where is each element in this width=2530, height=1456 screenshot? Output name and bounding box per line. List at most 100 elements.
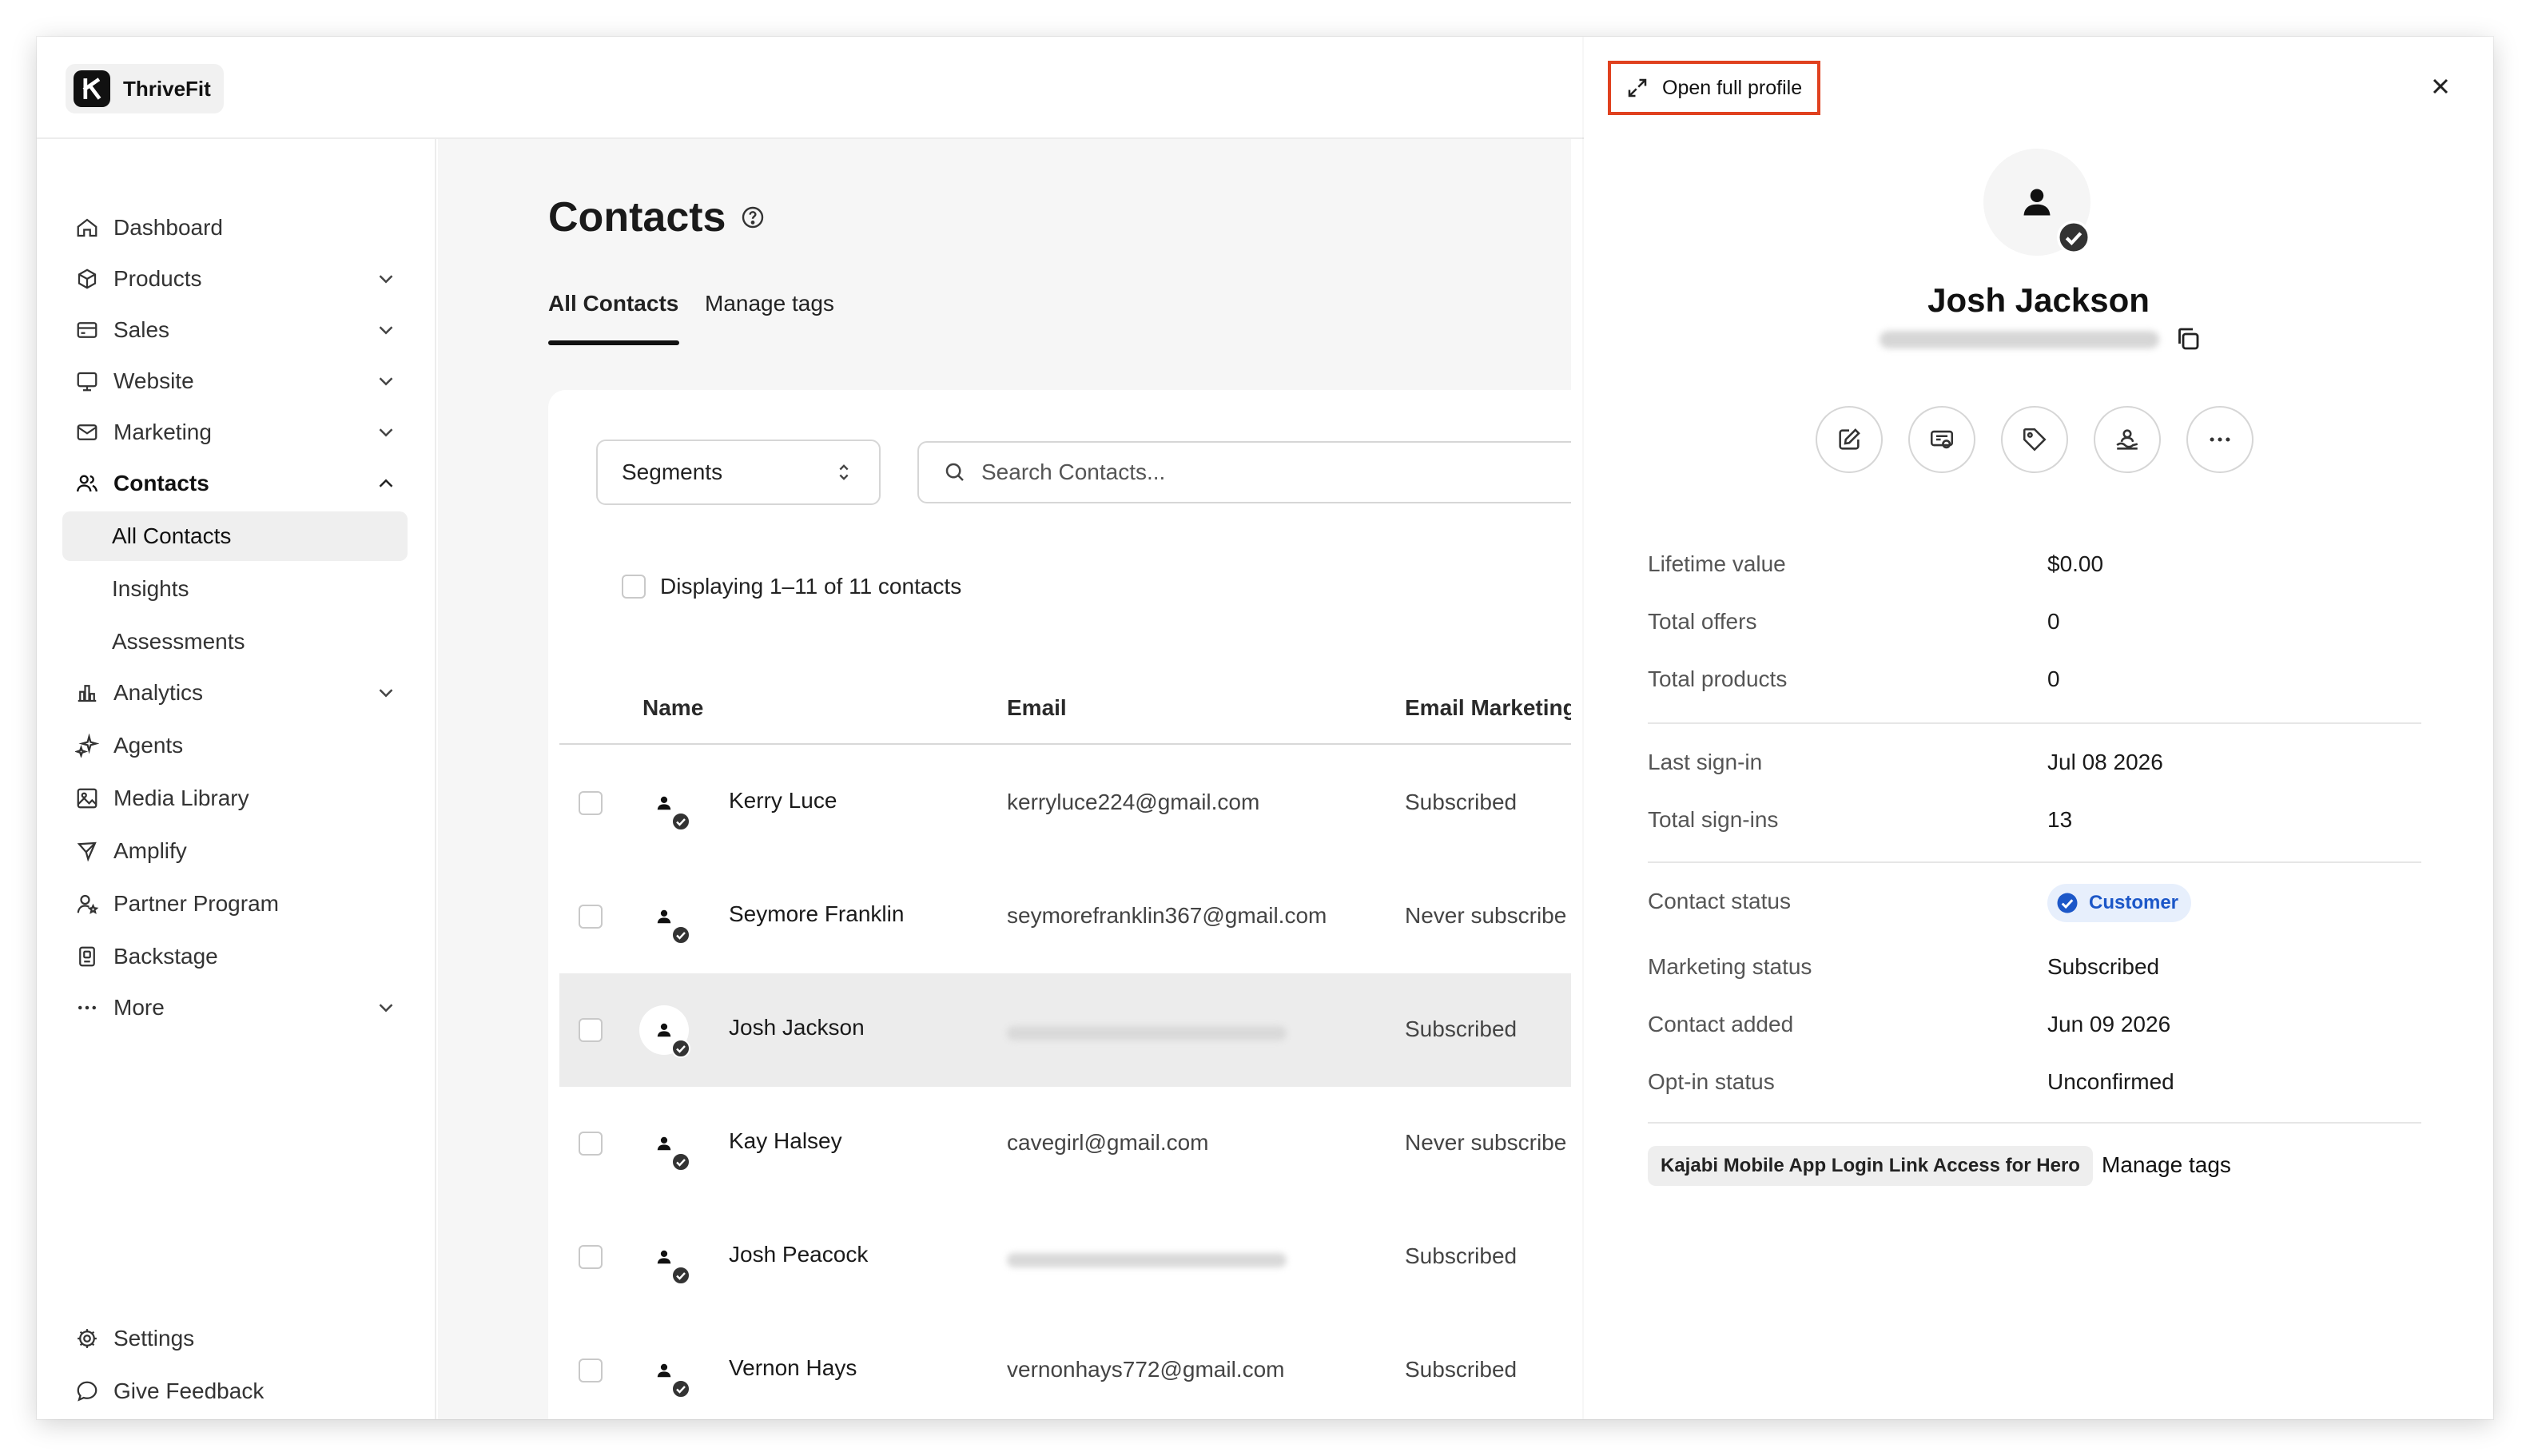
field-value: Subscribed bbox=[2047, 954, 2160, 979]
status-badge: Customer bbox=[2047, 884, 2192, 922]
add-tag-button[interactable] bbox=[2001, 406, 2068, 473]
sidebar-item-label: More bbox=[113, 995, 165, 1020]
sidebar-item-insights[interactable]: Insights bbox=[62, 564, 408, 614]
sidebar-item-label: Marketing bbox=[113, 420, 212, 444]
community-button[interactable] bbox=[2094, 406, 2161, 473]
section-divider bbox=[1648, 1122, 2421, 1124]
grant-offer-button[interactable] bbox=[1908, 406, 1975, 473]
sidebar-item-label: Website bbox=[113, 368, 194, 393]
sidebar-item-more[interactable]: More bbox=[62, 983, 408, 1032]
brand-switcher[interactable]: ThriveFit bbox=[66, 64, 224, 113]
search-input[interactable] bbox=[981, 459, 1541, 485]
sidebar-item-analytics[interactable]: Analytics bbox=[62, 668, 408, 718]
contact-marketing-status: Never subscribe bbox=[1405, 1130, 1567, 1155]
sidebar-item-marketing[interactable]: Marketing bbox=[62, 408, 408, 457]
verified-check-icon bbox=[671, 812, 690, 831]
field-label: Total offers bbox=[1648, 609, 1757, 634]
section-divider bbox=[1648, 861, 2421, 863]
users-icon bbox=[76, 475, 98, 492]
table-row[interactable]: Kerry Luce kerryluce224@gmail.com Subscr… bbox=[559, 746, 1571, 860]
sidebar-item-backstage[interactable]: Backstage bbox=[62, 932, 408, 981]
tab-all-contacts[interactable]: All Contacts bbox=[548, 291, 678, 316]
select-all-checkbox[interactable] bbox=[622, 575, 646, 599]
row-checkbox[interactable] bbox=[579, 1245, 603, 1269]
field-label: Total sign-ins bbox=[1648, 807, 1779, 832]
row-checkbox[interactable] bbox=[579, 1132, 603, 1156]
sidebar-item-label: Backstage bbox=[113, 944, 218, 969]
contact-name[interactable]: Seymore Franklin bbox=[729, 901, 904, 927]
contact-name[interactable]: Kay Halsey bbox=[729, 1128, 842, 1154]
sidebar-item-label: Products bbox=[113, 266, 202, 291]
person-icon bbox=[657, 909, 671, 924]
sidebar-item-settings[interactable]: Settings bbox=[62, 1314, 408, 1363]
check-circle-icon bbox=[2057, 893, 2078, 913]
avatar bbox=[639, 1232, 690, 1285]
table-row[interactable]: Vernon Hays vernonhays772@gmail.com Subs… bbox=[559, 1314, 1571, 1419]
sidebar-item-label: Give Feedback bbox=[113, 1378, 265, 1403]
contact-name[interactable]: Vernon Hays bbox=[729, 1355, 857, 1381]
sidebar-item-contacts[interactable]: Contacts bbox=[62, 459, 408, 508]
close-icon[interactable] bbox=[2428, 74, 2453, 99]
field-label: Contact status bbox=[1648, 889, 1791, 913]
open-full-profile-button[interactable]: Open full profile bbox=[1608, 61, 1820, 115]
contact-marketing-status: Subscribed bbox=[1405, 1243, 1518, 1268]
person-icon bbox=[657, 1250, 671, 1264]
row-checkbox[interactable] bbox=[579, 1018, 603, 1042]
sidebar-item-partner-program[interactable]: Partner Program bbox=[62, 879, 408, 929]
sidebar-item-amplify[interactable]: Amplify bbox=[62, 826, 408, 876]
page-title-text: Contacts bbox=[548, 194, 726, 241]
sidebar-item-label: Analytics bbox=[113, 680, 204, 705]
contact-email: vernonhays772@gmail.com bbox=[1007, 1357, 1285, 1382]
row-checkbox[interactable] bbox=[579, 905, 603, 929]
box-icon bbox=[78, 269, 97, 289]
table-row[interactable]: Seymore Franklin seymorefranklin367@gmai… bbox=[559, 860, 1571, 973]
table-row-selected[interactable]: Josh Jackson Subscribed bbox=[559, 973, 1571, 1087]
column-header-name[interactable]: Name bbox=[642, 695, 703, 721]
status-badge-label: Customer bbox=[2089, 892, 2179, 913]
sidebar-item-label: Media Library bbox=[113, 786, 249, 810]
sidebar-item-assessments[interactable]: Assessments bbox=[62, 617, 408, 666]
help-icon[interactable] bbox=[740, 205, 766, 230]
chevron-up-icon bbox=[379, 479, 393, 487]
manage-tags-link[interactable]: Manage tags bbox=[2102, 1152, 2231, 1178]
sidebar-item-website[interactable]: Website bbox=[62, 356, 408, 406]
segments-select[interactable]: Segments bbox=[596, 440, 881, 505]
contact-drawer: Open full profile Josh Jackson Lifetime … bbox=[1584, 37, 2493, 1419]
more-actions-button[interactable] bbox=[2186, 406, 2254, 473]
contact-email: cavegirl@gmail.com bbox=[1007, 1130, 1209, 1155]
edit-contact-button[interactable] bbox=[1816, 406, 1883, 473]
sidebar-item-give-feedback[interactable]: Give Feedback bbox=[62, 1366, 408, 1416]
field-value: 0 bbox=[2047, 609, 2060, 634]
contact-name[interactable]: Kerry Luce bbox=[729, 788, 837, 814]
sidebar-item-all-contacts[interactable]: All Contacts bbox=[62, 511, 408, 561]
sidebar-item-media-library[interactable]: Media Library bbox=[62, 774, 408, 823]
contact-name[interactable]: Josh Jackson bbox=[729, 1015, 865, 1040]
contacts-card: Segments Displaying 1–11 of 11 contacts … bbox=[548, 390, 1571, 1419]
column-header-email[interactable]: Email bbox=[1007, 695, 1067, 721]
contact-name[interactable]: Josh Peacock bbox=[729, 1242, 868, 1267]
sidebar-item-dashboard[interactable]: Dashboard bbox=[62, 203, 408, 253]
table-row[interactable]: Kay Halsey cavegirl@gmail.com Never subs… bbox=[559, 1087, 1571, 1200]
search-box[interactable] bbox=[917, 441, 1571, 503]
field-label: Total products bbox=[1648, 666, 1788, 691]
person-icon bbox=[2023, 189, 2051, 216]
sidebar-item-agents[interactable]: Agents bbox=[62, 721, 408, 770]
row-checkbox[interactable] bbox=[579, 791, 603, 815]
sidebar-item-sales[interactable]: Sales bbox=[62, 305, 408, 355]
copy-icon[interactable] bbox=[2174, 324, 2202, 353]
row-checkbox[interactable] bbox=[579, 1359, 603, 1382]
sidebar-item-label: All Contacts bbox=[112, 523, 232, 548]
contact-marketing-status: Subscribed bbox=[1405, 1016, 1518, 1041]
column-header-email-marketing[interactable]: Email Marketing bbox=[1405, 695, 1571, 721]
mail-icon bbox=[77, 424, 97, 440]
chat-icon bbox=[77, 1381, 97, 1402]
brand-name: ThriveFit bbox=[123, 76, 211, 101]
bar-chart-icon bbox=[78, 685, 97, 702]
sidebar-item-products[interactable]: Products bbox=[62, 254, 408, 304]
profile-name: Josh Jackson bbox=[1927, 281, 2150, 319]
table-row[interactable]: Josh Peacock Subscribed bbox=[559, 1200, 1571, 1314]
tab-manage-tags[interactable]: Manage tags bbox=[705, 291, 834, 316]
sidebar-item-label: Assessments bbox=[112, 629, 245, 654]
contact-tag[interactable]: Kajabi Mobile App Login Link Access for … bbox=[1648, 1146, 2093, 1186]
person-icon bbox=[657, 796, 671, 810]
